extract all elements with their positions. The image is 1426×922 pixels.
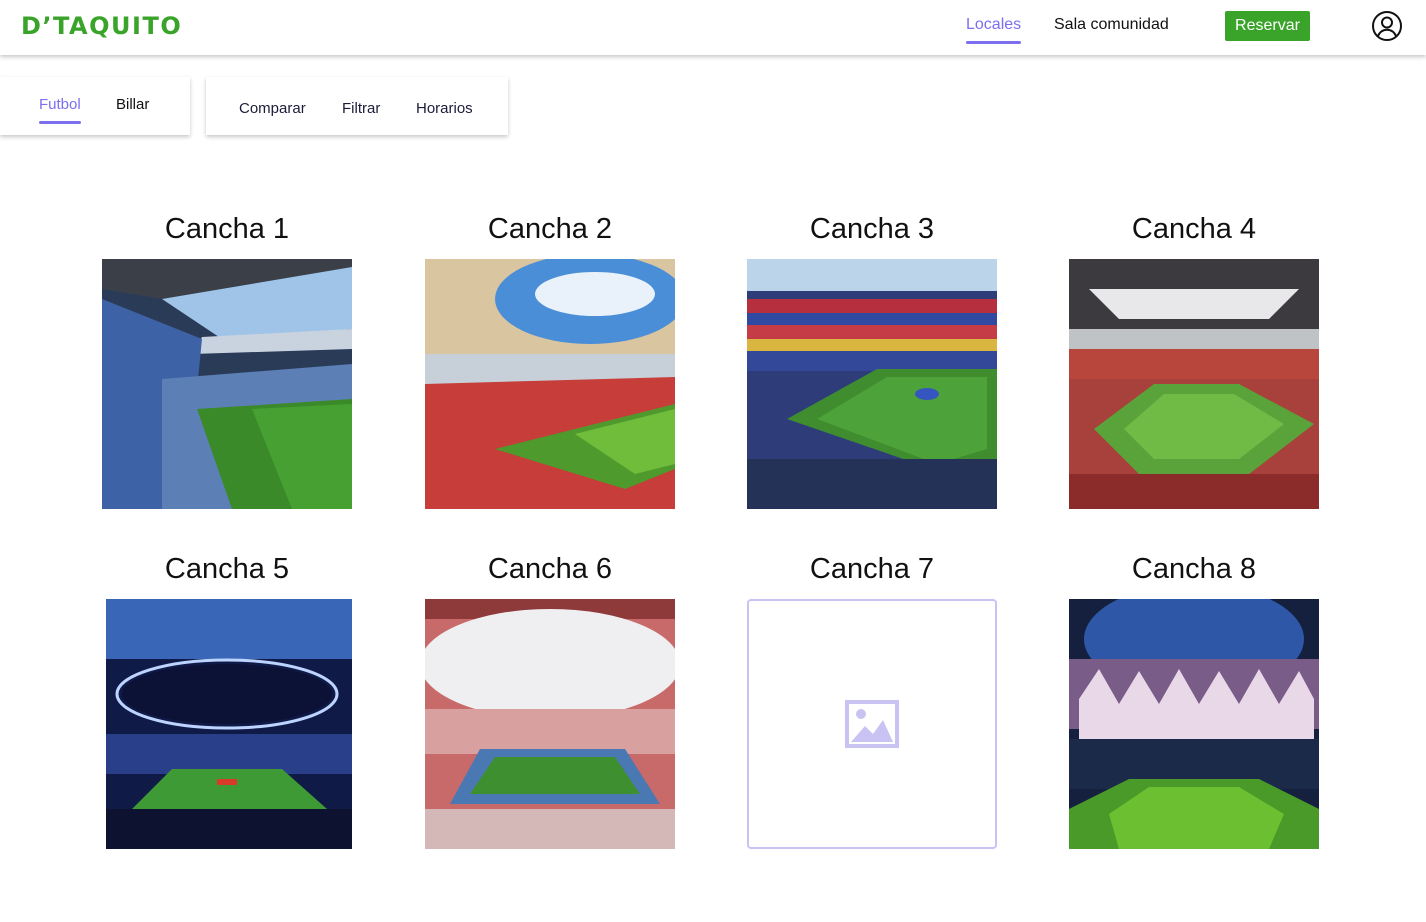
court-title: Cancha 2 — [487, 213, 613, 245]
court-title: Cancha 8 — [1131, 553, 1257, 585]
nav-locales-label: Locales — [966, 16, 1022, 33]
court-title: Cancha 6 — [487, 553, 613, 585]
stadium-photo[interactable] — [747, 259, 997, 509]
tab-futbol-label: Futbol — [39, 96, 81, 113]
schedule-button[interactable]: Horarios — [416, 100, 473, 117]
court-title: Cancha 3 — [809, 213, 935, 245]
stadium-photo[interactable] — [1069, 259, 1319, 509]
image-placeholder-icon — [845, 700, 899, 748]
tab-billar-label: Billar — [116, 96, 150, 113]
court-title: Cancha 1 — [164, 213, 290, 245]
tools-toolbar: Comparar Filtrar Horarios — [206, 77, 508, 135]
active-nav-indicator — [966, 41, 1022, 44]
stadium-photo[interactable] — [102, 259, 352, 509]
user-profile-icon[interactable] — [1371, 10, 1403, 42]
top-navbar: D’TAQUITO Locales Sala comunidad Reserva… — [0, 0, 1426, 55]
brand-logo[interactable]: D’TAQUITO — [21, 12, 182, 40]
court-title: Cancha 5 — [164, 553, 290, 585]
stadium-render[interactable] — [102, 599, 352, 849]
nav-sala-comunidad-label: Sala comunidad — [1054, 16, 1169, 33]
reserve-button[interactable]: Reservar — [1225, 11, 1310, 41]
court-title: Cancha 7 — [809, 553, 935, 585]
nav-sala-comunidad[interactable]: Sala comunidad — [1054, 16, 1169, 34]
image-placeholder[interactable] — [747, 599, 997, 849]
tab-futbol[interactable]: Futbol — [39, 96, 81, 124]
stadium-photo[interactable] — [425, 259, 675, 509]
stadium-photo[interactable] — [1069, 599, 1319, 849]
nav-locales[interactable]: Locales — [966, 16, 1022, 44]
filter-button[interactable]: Filtrar — [342, 100, 380, 117]
tab-billar[interactable]: Billar — [116, 96, 149, 113]
stadium-photo[interactable] — [425, 599, 675, 849]
active-tab-indicator — [39, 121, 81, 124]
compare-button[interactable]: Comparar — [239, 100, 306, 117]
sport-tabs: Futbol Billar — [0, 77, 190, 135]
court-title: Cancha 4 — [1131, 213, 1257, 245]
